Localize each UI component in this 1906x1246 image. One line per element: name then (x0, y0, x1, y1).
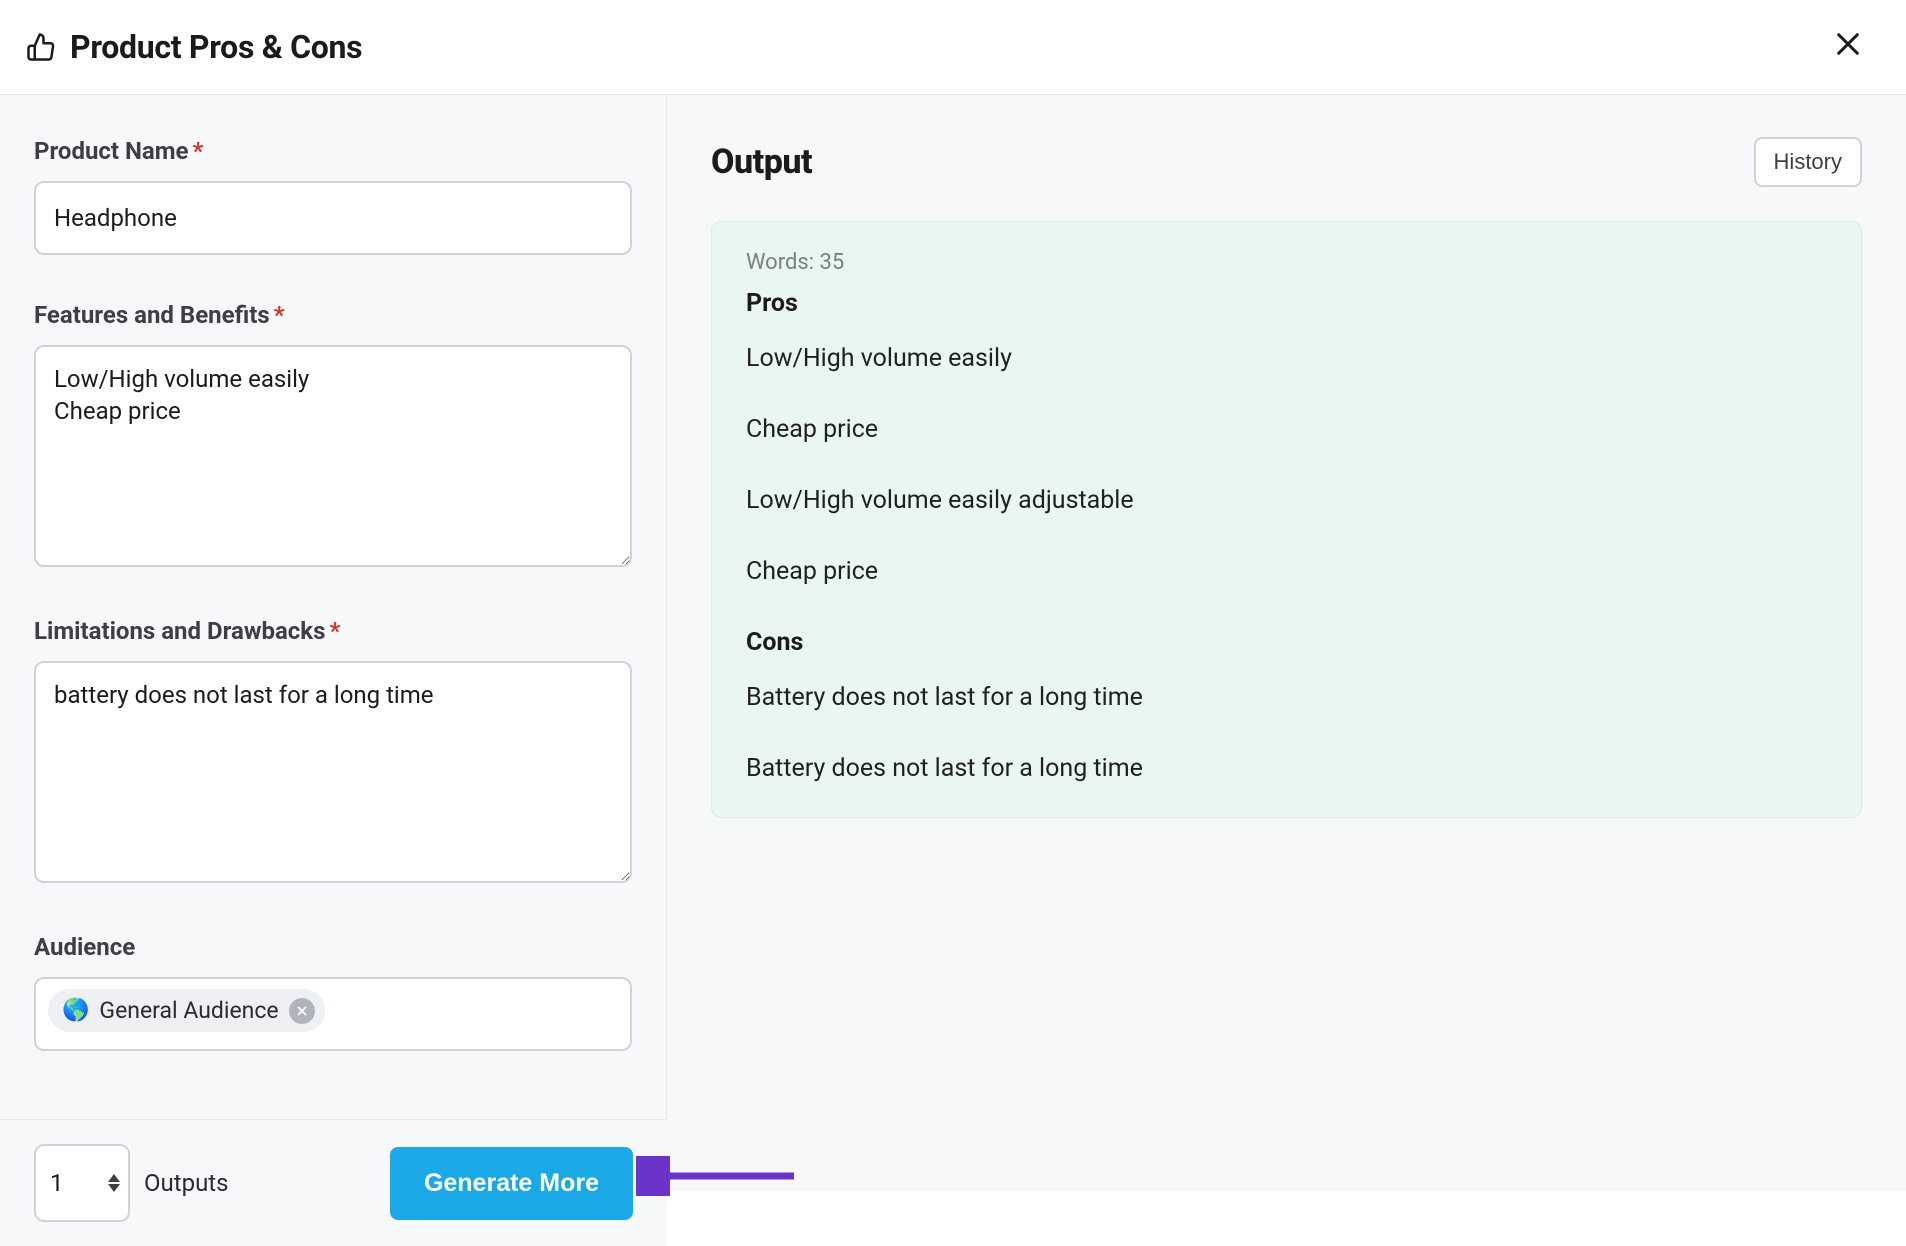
pros-item: Cheap price (746, 557, 1827, 586)
audience-chip: 🌎 General Audience (48, 989, 325, 1032)
history-button[interactable]: History (1754, 137, 1862, 187)
audience-label: Audience (34, 933, 632, 961)
pros-item: Cheap price (746, 415, 1827, 444)
output-title: Output (711, 142, 812, 182)
product-name-input[interactable] (34, 181, 632, 255)
output-panel: Output History Words: 35 Pros Low/High v… (667, 95, 1906, 1191)
features-textarea[interactable] (34, 345, 632, 567)
cons-item: Battery does not last for a long time (746, 754, 1827, 783)
cons-item: Battery does not last for a long time (746, 683, 1827, 712)
cons-heading: Cons (746, 628, 1827, 657)
pros-item: Low/High volume easily adjustable (746, 486, 1827, 515)
pros-item: Low/High volume easily (746, 344, 1827, 373)
pros-heading: Pros (746, 289, 1827, 318)
page-title: Product Pros & Cons (70, 28, 362, 66)
output-card: Words: 35 Pros Low/High volume easily Ch… (711, 221, 1862, 818)
product-name-label: Product Name* (34, 137, 632, 165)
outputs-stepper[interactable]: 1 (34, 1144, 130, 1222)
outputs-label: Outputs (144, 1169, 229, 1197)
globe-icon: 🌎 (62, 998, 89, 1023)
outputs-value: 1 (50, 1169, 64, 1197)
limitations-textarea[interactable] (34, 661, 632, 883)
limitations-label: Limitations and Drawbacks* (34, 617, 632, 645)
features-label: Features and Benefits* (34, 301, 632, 329)
close-icon[interactable] (1826, 22, 1870, 72)
thumbs-up-icon (26, 32, 56, 62)
audience-chip-label: General Audience (99, 997, 278, 1024)
modal-header: Product Pros & Cons (0, 0, 1906, 95)
audience-input[interactable]: 🌎 General Audience (34, 977, 632, 1051)
stepper-icon[interactable] (108, 1174, 120, 1192)
bottom-bar: 1 Outputs Generate More (0, 1119, 667, 1246)
form-panel: Product Name* Features and Benefits* Lim… (0, 95, 667, 1191)
generate-more-button[interactable]: Generate More (390, 1147, 633, 1220)
chip-remove-icon[interactable] (289, 998, 315, 1024)
word-count: Words: 35 (746, 250, 1827, 275)
